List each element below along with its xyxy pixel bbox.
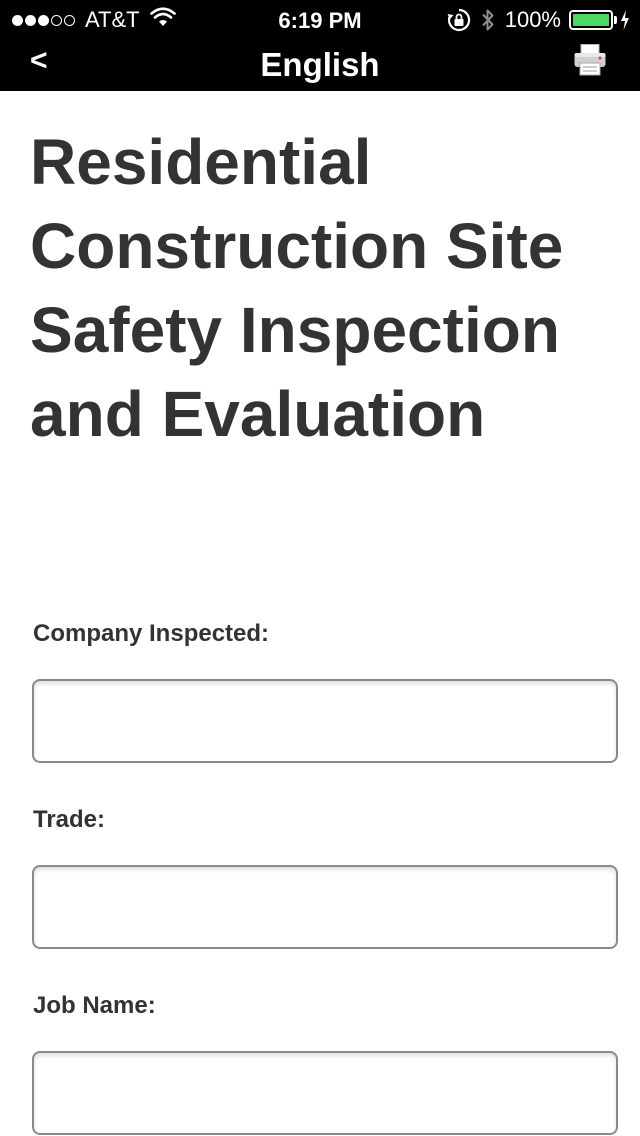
trade-label: Trade: <box>33 806 106 833</box>
rotation-lock-icon <box>447 8 471 32</box>
company-inspected-label: Company Inspected: <box>33 620 270 647</box>
back-button[interactable]: < <box>30 44 48 78</box>
battery-icon <box>569 10 613 30</box>
battery-percentage: 100% <box>504 7 561 32</box>
job-name-input[interactable] <box>32 1051 618 1135</box>
trade-input[interactable] <box>32 865 618 949</box>
charging-icon <box>620 10 630 30</box>
battery-level <box>573 14 609 26</box>
print-button[interactable] <box>570 42 610 82</box>
company-inspected-input[interactable] <box>32 679 618 763</box>
navigation-bar: < English <box>0 40 640 91</box>
status-right: 100% <box>447 7 630 33</box>
nav-title: English <box>260 46 380 83</box>
status-bar: AT&T 6:19 PM 100% <box>0 0 640 40</box>
bluetooth-icon <box>481 8 495 32</box>
battery-nub <box>614 16 617 24</box>
page-title: Residential Construction Site Safety Ins… <box>30 126 564 450</box>
printer-icon <box>573 43 607 82</box>
job-name-label: Job Name: <box>33 992 156 1019</box>
